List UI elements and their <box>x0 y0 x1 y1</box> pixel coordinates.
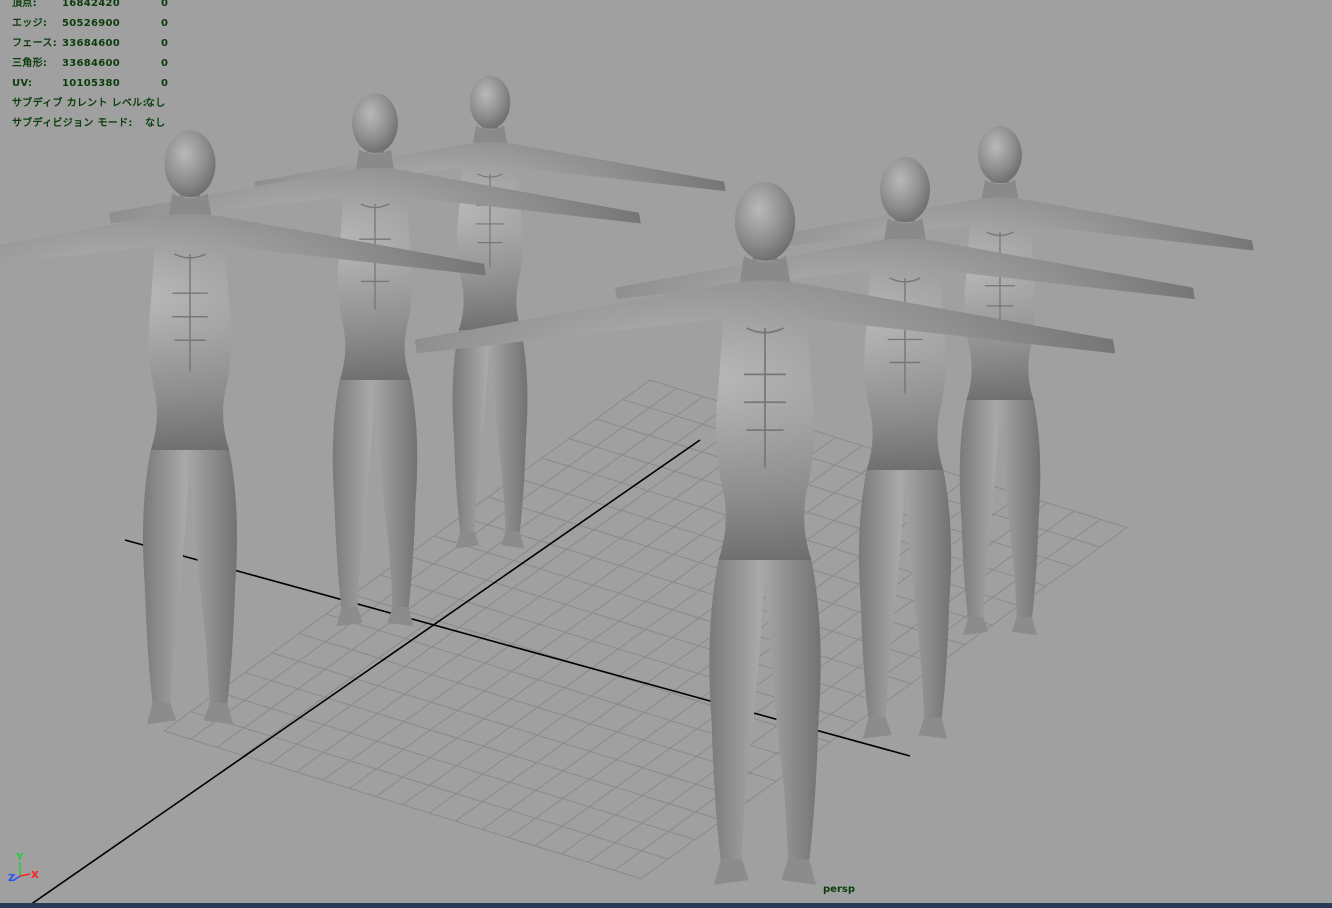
stat-uvs-selected: 0 <box>161 78 169 89</box>
stat-faces-label: フェース: <box>12 38 57 49</box>
heads-up-display: 頂点: 16842420 0 エッジ: 50526900 0 フェース: 336… <box>0 0 180 140</box>
scene-canvas[interactable] <box>0 0 1332 908</box>
stat-vertices-value: 16842420 <box>62 0 121 9</box>
figure-back-right[interactable] <box>745 125 1255 636</box>
x-axis-label: X <box>31 870 39 881</box>
stat-edges-selected: 0 <box>161 18 169 29</box>
stat-triangles-selected: 0 <box>161 58 169 69</box>
stat-vertices-selected: 0 <box>161 0 169 9</box>
subdiv-mode-value: なし <box>145 118 166 129</box>
stat-edges-label: エッジ: <box>12 18 48 29</box>
stat-uvs-label: UV: <box>12 78 33 89</box>
stat-faces-value: 33684600 <box>62 38 121 49</box>
subdiv-current-level-label: サブディブ カレント レベル: <box>12 98 147 109</box>
figure-mid-right[interactable] <box>614 156 1196 740</box>
y-axis-label: Y <box>15 852 24 863</box>
perspective-viewport[interactable]: 頂点: 16842420 0 エッジ: 50526900 0 フェース: 336… <box>0 0 1332 908</box>
stat-uvs-value: 10105380 <box>62 78 121 89</box>
stat-triangles-value: 33684600 <box>62 58 121 69</box>
stat-triangles-label: 三角形: <box>12 58 48 69</box>
stat-edges-value: 50526900 <box>62 18 121 29</box>
stat-faces-selected: 0 <box>161 38 169 49</box>
subdiv-mode-label: サブディビジョン モード: <box>12 118 133 129</box>
camera-label: persp <box>823 884 855 895</box>
subdiv-current-level-value: なし <box>145 98 166 109</box>
axis-gizmo: Y Z X <box>8 852 39 884</box>
z-axis-label: Z <box>8 873 15 884</box>
viewport-bottom-border <box>0 903 1332 908</box>
x-axis-icon <box>19 873 31 877</box>
stat-vertices-label: 頂点: <box>12 0 37 9</box>
